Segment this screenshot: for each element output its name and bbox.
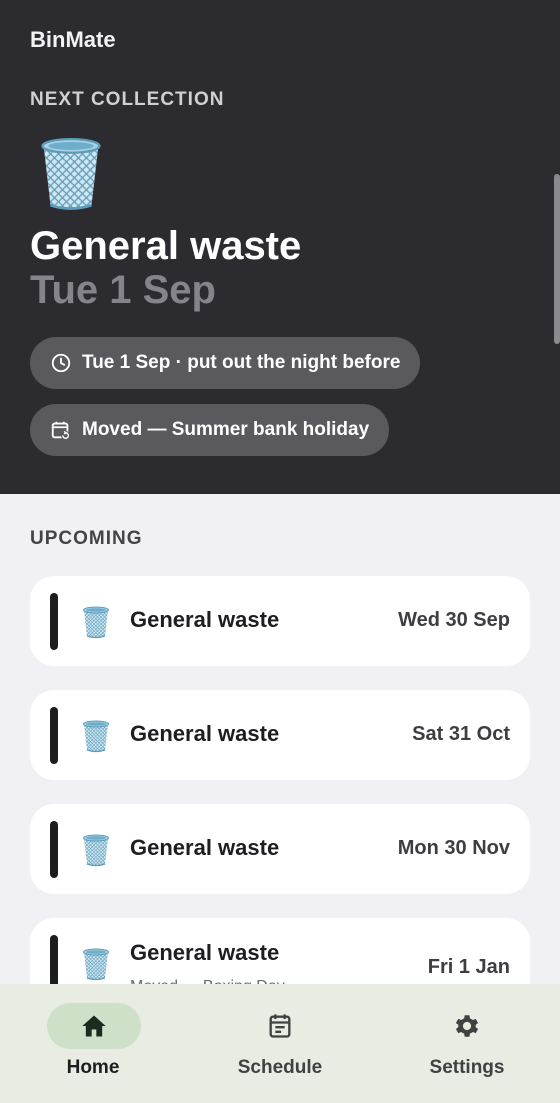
- schedule-icon: [269, 1014, 291, 1038]
- bottom-navigation: Home Schedule Settings: [0, 984, 560, 1103]
- clock-icon: [51, 353, 71, 373]
- collection-date: Wed 30 Sep: [398, 609, 510, 631]
- wastebasket-icon: [34, 130, 108, 212]
- upcoming-collection-card[interactable]: General waste Mon 30 Nov: [30, 804, 530, 894]
- wastebasket-icon: [80, 717, 112, 753]
- nav-item-settings[interactable]: Settings: [374, 984, 560, 1103]
- next-collection-title: General waste: [30, 224, 302, 268]
- moved-notice-chip[interactable]: Moved — Summer bank holiday: [30, 404, 390, 456]
- settings-gear-icon: [455, 1015, 479, 1037]
- wastebasket-icon: [80, 945, 112, 981]
- wastebasket-icon: [80, 831, 112, 867]
- next-collection-date: Tue 1 Sep: [30, 268, 216, 312]
- collection-name: General waste: [130, 721, 280, 746]
- nav-item-home[interactable]: Home: [0, 984, 186, 1103]
- wastebasket-icon: [80, 603, 112, 639]
- next-collection-label: NEXT COLLECTION: [30, 89, 225, 110]
- collection-date: Fri 1 Jan: [427, 956, 510, 978]
- home-icon: [82, 1015, 106, 1037]
- upcoming-collection-card[interactable]: General waste Wed 30 Sep: [30, 576, 530, 666]
- bin-color-bar: [50, 821, 58, 878]
- collection-name: General waste: [130, 835, 280, 860]
- bin-color-bar: [50, 707, 58, 764]
- collection-name: General waste: [130, 607, 280, 632]
- chip-label: Tue 1 Sep · put out the night before: [82, 352, 401, 373]
- nav-label-schedule: Schedule: [237, 1057, 323, 1078]
- collection-name: General waste: [130, 940, 280, 965]
- collection-date: Mon 30 Nov: [397, 837, 510, 859]
- put-out-reminder-chip[interactable]: Tue 1 Sep · put out the night before: [30, 337, 421, 389]
- scrollbar[interactable]: [554, 174, 560, 344]
- app-title: BinMate: [30, 27, 116, 52]
- upcoming-collection-card[interactable]: General waste Sat 31 Oct: [30, 690, 530, 780]
- bin-color-bar: [50, 593, 58, 650]
- nav-label-home: Home: [66, 1057, 120, 1078]
- next-collection-panel: BinMate NEXT COLLECTION General waste Tu…: [0, 0, 560, 494]
- calendar-moved-icon: [51, 421, 71, 441]
- nav-item-schedule[interactable]: Schedule: [187, 984, 373, 1103]
- collection-date: Sat 31 Oct: [412, 723, 510, 745]
- chip-label: Moved — Summer bank holiday: [82, 419, 370, 440]
- upcoming-label: UPCOMING: [30, 528, 143, 549]
- nav-label-settings: Settings: [429, 1057, 505, 1078]
